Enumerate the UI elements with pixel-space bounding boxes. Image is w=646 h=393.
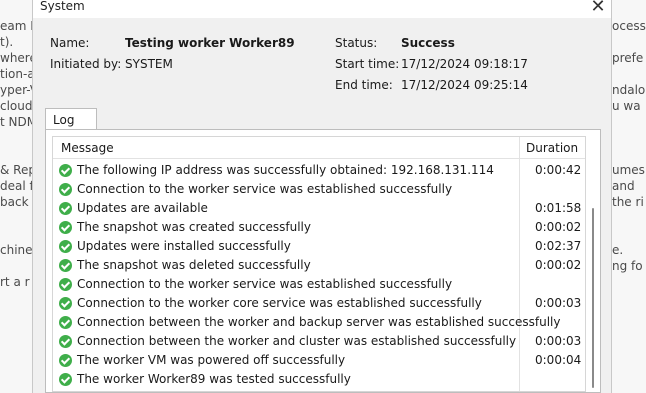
table-row[interactable]: Connection between the worker and cluste… xyxy=(53,332,585,351)
background-text-line: the ri xyxy=(612,195,644,209)
check-circle-icon xyxy=(59,202,72,215)
background-text-line: e. xyxy=(612,243,624,257)
check-circle-icon xyxy=(59,240,72,253)
background-text-line: eam B xyxy=(0,19,32,33)
check-circle-icon xyxy=(59,297,72,310)
background-text-line: where xyxy=(0,51,32,65)
background-text-line: cloud xyxy=(0,99,32,113)
table-row[interactable]: The worker VM was powered off successful… xyxy=(53,351,585,370)
status-label: Status: xyxy=(335,36,378,50)
row-message: Connection to the worker core service wa… xyxy=(77,296,482,310)
table-row[interactable]: Connection to the worker core service wa… xyxy=(53,294,585,313)
start-time-value: 17/12/2024 09:18:17 xyxy=(401,57,528,71)
background-text-line: t). xyxy=(0,35,14,49)
check-circle-icon xyxy=(59,221,72,234)
row-message: Updates were installed successfully xyxy=(77,239,291,253)
row-message: Connection to the worker service was est… xyxy=(77,277,453,291)
close-icon[interactable]: ✕ xyxy=(588,0,608,17)
column-header-message[interactable]: Message xyxy=(61,141,114,155)
initiated-by-value: SYSTEM xyxy=(125,57,173,71)
status-value: Success xyxy=(401,36,455,50)
log-table-header: Message Duration xyxy=(53,137,585,159)
end-time-value: 17/12/2024 09:25:14 xyxy=(401,78,528,92)
row-duration: 0:00:03 xyxy=(535,296,582,310)
background-text-line: prefe xyxy=(612,51,644,65)
end-time-label: End time: xyxy=(335,78,393,92)
row-duration: 0:00:04 xyxy=(535,353,582,367)
tab-log[interactable]: Log xyxy=(45,108,97,130)
job-details-dialog: System ✕ Name: Testing worker Worker89 I… xyxy=(32,0,612,393)
row-duration: 0:00:42 xyxy=(535,163,582,177)
row-message: The following IP address was successfull… xyxy=(77,163,494,177)
name-value: Testing worker Worker89 xyxy=(125,36,295,50)
check-circle-icon xyxy=(59,164,72,177)
check-circle-icon xyxy=(59,373,72,386)
check-circle-icon xyxy=(59,316,72,329)
table-row[interactable]: The worker Worker89 was tested successfu… xyxy=(53,370,585,389)
table-row[interactable]: The following IP address was successfull… xyxy=(53,161,585,180)
check-circle-icon xyxy=(59,278,72,291)
background-text-line: ndalo xyxy=(612,83,646,97)
background-text-line: ocess xyxy=(612,19,646,33)
background-text-line: deal f xyxy=(0,179,32,193)
table-row[interactable]: Updates are available 0:01:58 xyxy=(53,199,585,218)
background-text-line: t NDM xyxy=(0,115,32,129)
row-duration: 0:00:03 xyxy=(535,334,582,348)
row-message: The worker Worker89 was tested successfu… xyxy=(77,372,351,386)
table-row[interactable]: Connection to the worker service was est… xyxy=(53,180,585,199)
background-text-line: and xyxy=(612,179,635,193)
row-message: The snapshot was created successfully xyxy=(77,220,311,234)
row-duration: 0:00:02 xyxy=(535,220,582,234)
row-message: The snapshot was deleted successfully xyxy=(77,258,311,272)
row-duration: 0:02:37 xyxy=(535,239,582,253)
check-circle-icon xyxy=(59,354,72,367)
log-table: Message Duration The following IP addres… xyxy=(52,136,586,392)
row-message: The worker VM was powered off successful… xyxy=(77,353,346,367)
start-time-label: Start time: xyxy=(335,57,400,71)
table-row[interactable]: Updates were installed successfully 0:02:… xyxy=(53,237,585,256)
background-text-line: ng fo xyxy=(612,259,643,273)
table-row[interactable]: Connection to the worker service was est… xyxy=(53,275,585,294)
title-bar: System ✕ xyxy=(33,0,611,18)
log-scrollbar[interactable] xyxy=(589,136,597,392)
log-panel: Message Duration The following IP addres… xyxy=(45,129,601,393)
table-row[interactable]: The snapshot was deleted successfully 0:0… xyxy=(53,256,585,275)
window-title: System xyxy=(40,0,85,13)
scrollbar-thumb[interactable] xyxy=(592,208,594,388)
check-circle-icon xyxy=(59,183,72,196)
background-text-line: rt a r xyxy=(0,275,30,289)
row-message: Connection between the worker and backup… xyxy=(77,315,561,329)
initiated-by-label: Initiated by: xyxy=(50,57,122,71)
background-text-line: chine xyxy=(0,243,32,257)
name-label: Name: xyxy=(50,36,90,50)
column-header-duration[interactable]: Duration xyxy=(526,141,578,155)
background-text-line: back xyxy=(0,195,29,209)
table-row[interactable]: Connection between the worker and backup… xyxy=(53,313,585,332)
row-message: Connection between the worker and cluste… xyxy=(77,334,517,348)
background-text-line: & Rep xyxy=(0,163,32,177)
check-circle-icon xyxy=(59,335,72,348)
background-text-line: yper-V xyxy=(0,83,32,97)
row-message: Connection to the worker service was est… xyxy=(77,182,453,196)
row-duration: 0:00:02 xyxy=(535,258,582,272)
background-text-line: umes xyxy=(612,163,645,177)
row-message: Updates are available xyxy=(77,201,208,215)
row-duration: 0:01:58 xyxy=(535,201,582,215)
background-text-line: tion-a xyxy=(0,67,32,81)
table-row[interactable]: The snapshot was created successfully 0:0… xyxy=(53,218,585,237)
check-circle-icon xyxy=(59,259,72,272)
background-text-line: u wa xyxy=(612,99,641,113)
